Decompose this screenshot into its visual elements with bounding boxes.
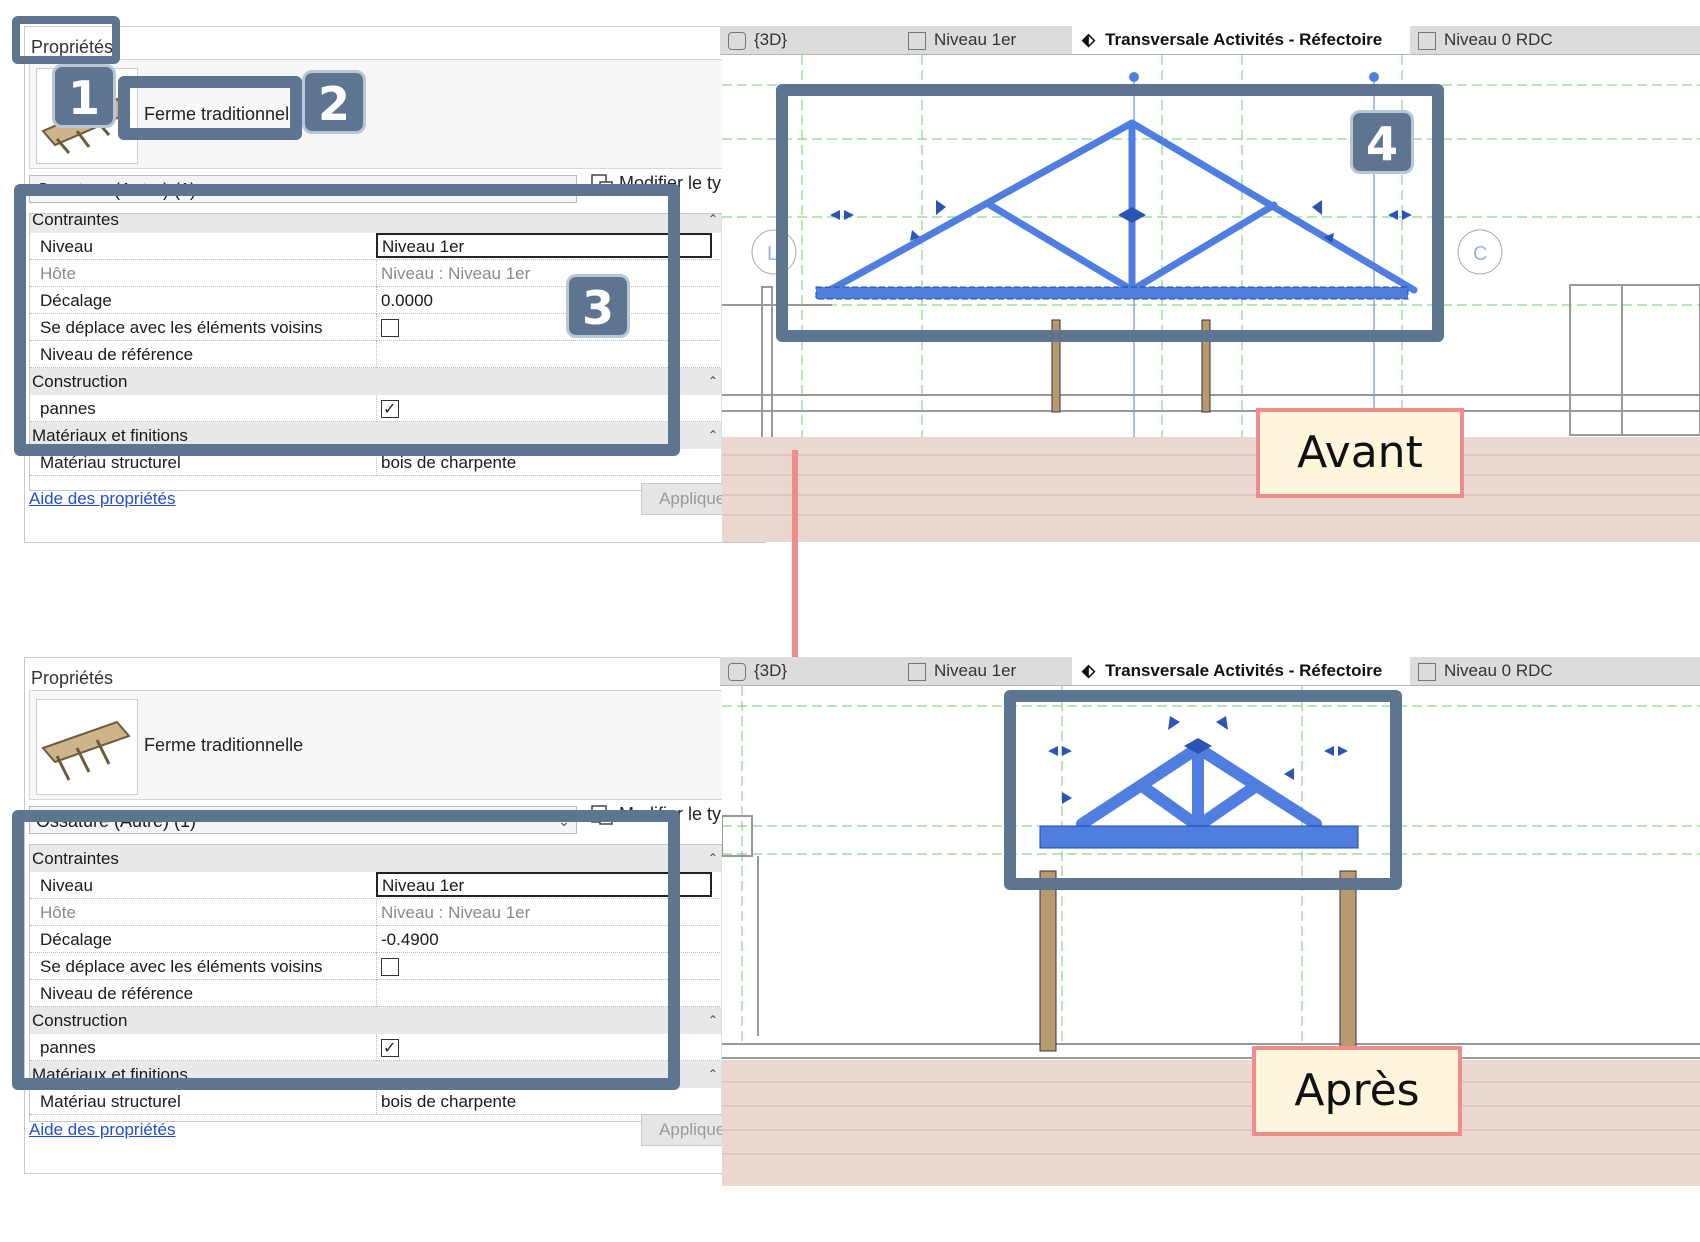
tab-label: Transversale Activités - Réfectoire	[1105, 661, 1383, 680]
collapse-icon: ⌃	[707, 1067, 718, 1081]
callout-frame-4	[776, 84, 1444, 342]
tab-label: Niveau 0 RDC	[1444, 30, 1553, 49]
plan-view-icon	[1418, 662, 1436, 681]
section-view-icon: ⬖	[1082, 661, 1096, 680]
properties-help-link[interactable]: Aide des propriétés	[29, 1120, 175, 1140]
truss-thumbnail	[36, 699, 138, 795]
callout-frame-4-after	[1004, 690, 1402, 890]
tab-section-refectoire[interactable]: ⬖Transversale Activités - Réfectoire ✕	[1072, 26, 1410, 77]
callout-frame-3-after	[12, 810, 680, 1090]
tab-level-1[interactable]: Niveau 1er	[908, 26, 1068, 54]
collapse-icon: ⌃	[707, 1013, 718, 1027]
structural-material-field[interactable]: bois de charpente	[376, 1088, 716, 1115]
badge-2: 2	[302, 70, 366, 134]
row-structural-material: Matériau structurel bois de charpente	[30, 1088, 744, 1115]
collapse-icon: ⌃	[707, 428, 718, 442]
badge-3: 3	[566, 274, 630, 338]
collapse-icon: ⌃	[707, 851, 718, 865]
collapse-icon: ⌃	[707, 374, 718, 388]
properties-title: Propriétés	[31, 668, 114, 688]
type-name: Ferme traditionnelle	[144, 735, 304, 755]
tab-section-refectoire[interactable]: ⬖Transversale Activités - Réfectoire ✕	[1072, 657, 1410, 708]
callout-frame-1	[12, 16, 120, 64]
tab-level-0[interactable]: Niveau 0 RDC	[1418, 657, 1608, 685]
tab-level-1[interactable]: Niveau 1er	[908, 657, 1068, 685]
type-selector[interactable]: Ferme traditionnelle ▼	[29, 690, 761, 800]
tab-3d[interactable]: {3D}	[728, 26, 888, 54]
grid-bubble-c: C	[1473, 243, 1487, 265]
view-tabs-before: {3D} Niveau 1er ⬖ Transversale Activités …	[720, 26, 1700, 77]
badge-1: 1	[52, 64, 116, 128]
section-view-icon: ⬖	[1082, 30, 1096, 49]
tab-3d[interactable]: {3D}	[728, 657, 888, 685]
plan-view-icon	[908, 662, 926, 681]
structural-material-label: Matériau structurel	[40, 1092, 181, 1111]
tab-label: Niveau 0 RDC	[1444, 661, 1553, 680]
cube-icon	[728, 31, 746, 50]
plan-view-icon	[1418, 31, 1436, 50]
plan-view-icon	[908, 31, 926, 50]
tab-label: Transversale Activités - Réfectoire	[1105, 30, 1383, 49]
tab-label: Niveau 1er	[934, 661, 1017, 680]
tab-label: {3D}	[754, 30, 788, 49]
callout-frame-2	[118, 76, 302, 140]
tab-label: Niveau 1er	[934, 30, 1017, 49]
collapse-icon: ⌃	[707, 213, 718, 226]
tab-level-0[interactable]: Niveau 0 RDC	[1418, 26, 1608, 54]
view-tabs-after: {3D} Niveau 1er ⬖ Transversale Activités …	[720, 657, 1700, 708]
after-label: Après	[1252, 1046, 1462, 1136]
tab-label: {3D}	[754, 661, 788, 680]
badge-4: 4	[1350, 110, 1414, 174]
properties-help-link[interactable]: Aide des propriétés	[29, 489, 175, 509]
cube-icon	[728, 662, 746, 681]
before-label: Avant	[1256, 408, 1464, 498]
